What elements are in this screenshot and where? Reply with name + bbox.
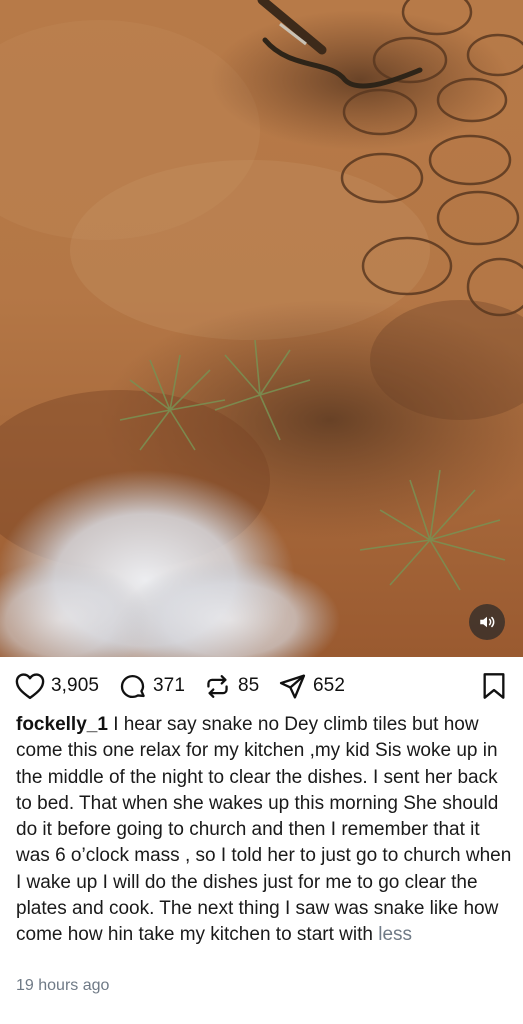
caption-text: I hear say snake no Dey climb tiles but … [16,714,512,946]
video-frame [0,0,523,657]
comment-button[interactable]: 371 [118,670,185,702]
repost-button[interactable]: 85 [203,670,259,702]
bookmark-button[interactable] [481,672,507,705]
share-button[interactable]: 652 [278,670,345,702]
post-detail: 3,905 371 85 652 fockelly_1 I hear say s… [0,0,523,1024]
send-icon [279,673,306,699]
repost-arrows-icon [207,674,228,698]
like-count: 3,905 [51,675,100,696]
username-link[interactable]: fockelly_1 [16,714,108,735]
like-button[interactable]: 3,905 [15,670,99,702]
repost-count: 85 [238,675,260,696]
share-count: 652 [313,675,346,696]
mute-button[interactable] [469,604,505,640]
less-link[interactable]: less [378,924,412,945]
video-player[interactable] [0,0,523,657]
action-bar: 3,905 371 85 652 [0,664,523,708]
post-caption: fockelly_1 I hear say snake no Dey climb… [16,712,512,949]
post-timestamp: 19 hours ago [16,977,110,994]
speaker-icon [480,616,495,628]
comment-bubble-icon [120,674,145,698]
bookmark-icon [483,673,505,699]
heart-icon [15,673,45,700]
comment-count: 371 [153,675,186,696]
